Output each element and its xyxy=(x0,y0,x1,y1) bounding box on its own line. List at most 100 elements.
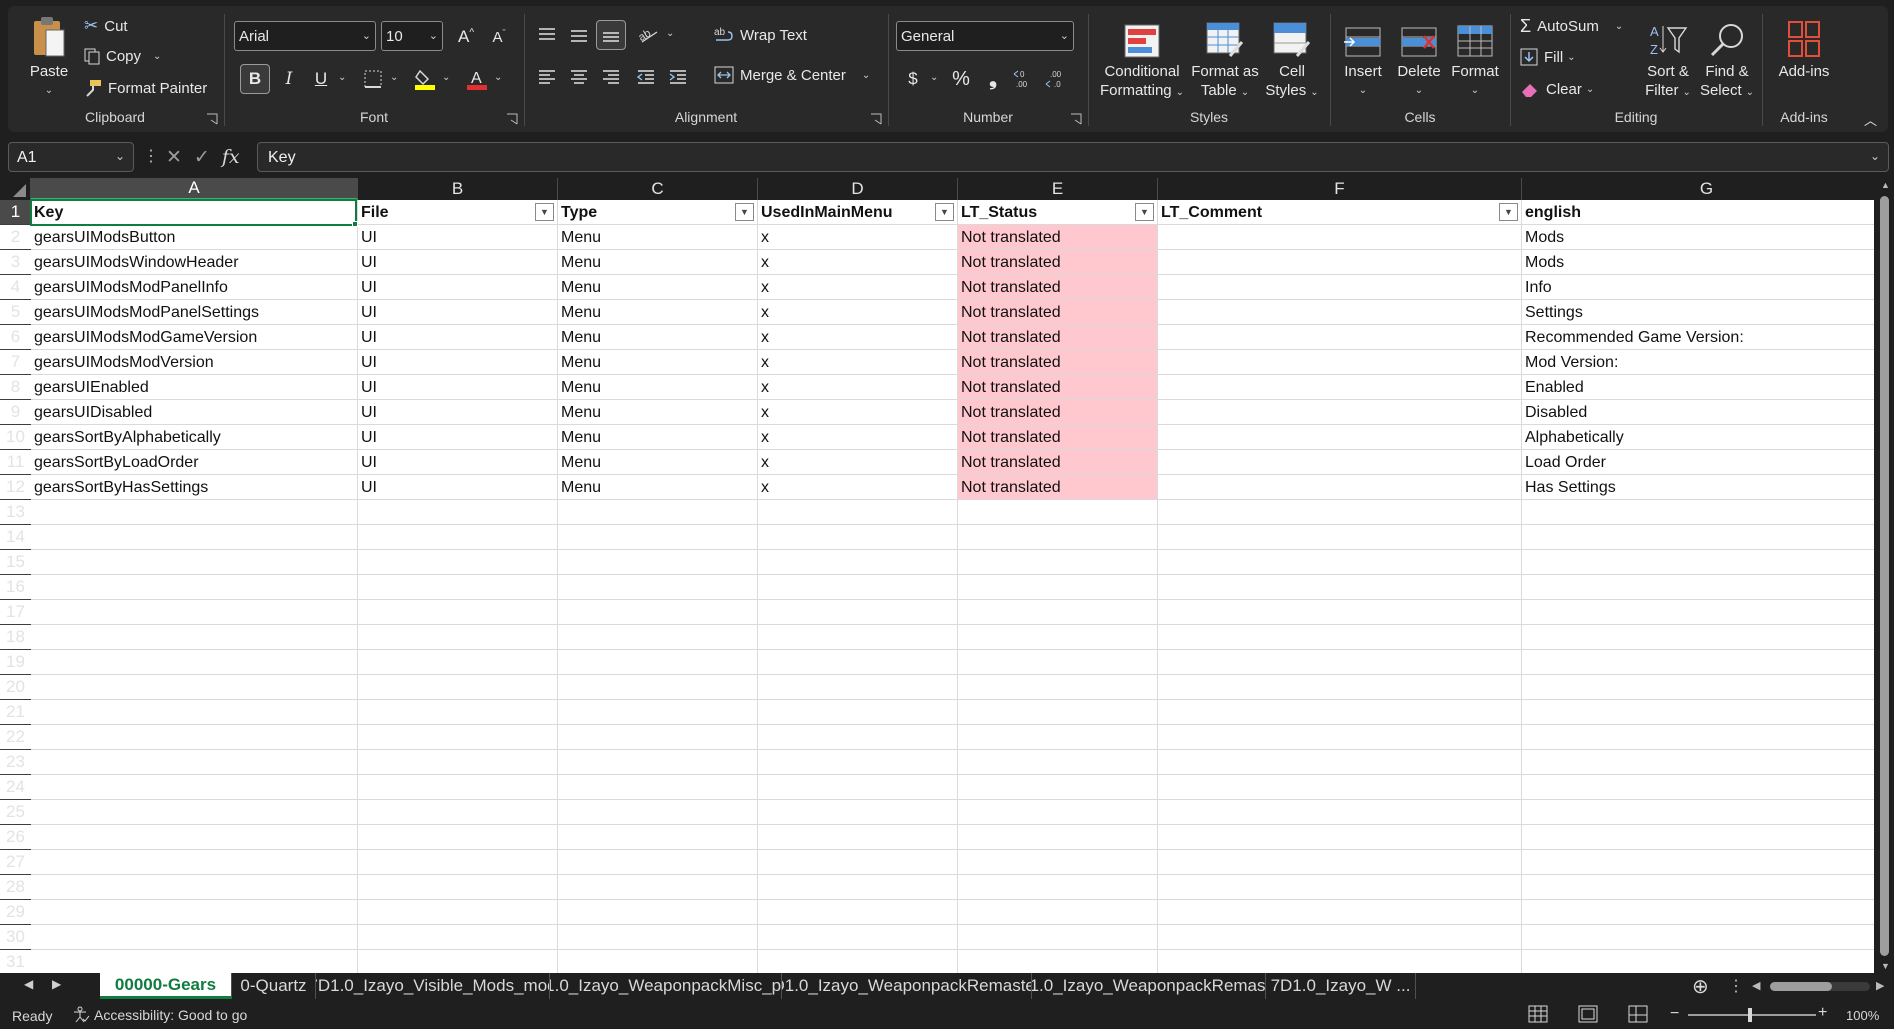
status-cell[interactable]: Not translated xyxy=(958,375,1158,400)
cell[interactable]: gearsUIModsModPanelInfo xyxy=(31,275,358,300)
sheet-tab[interactable]: 7D1.0_Izayo_WeaponpackRemast_2 xyxy=(1032,973,1266,999)
empty-cell[interactable] xyxy=(358,675,558,700)
empty-cell[interactable] xyxy=(1522,550,1874,575)
formula-input[interactable]: Key ⌄ xyxy=(257,142,1889,172)
empty-cell[interactable] xyxy=(558,850,758,875)
empty-cell[interactable] xyxy=(31,775,358,800)
empty-cell[interactable] xyxy=(758,925,958,950)
empty-cell[interactable] xyxy=(558,725,758,750)
status-cell[interactable]: Not translated xyxy=(958,475,1158,500)
accounting-format-button[interactable]: $ xyxy=(898,64,928,94)
sheet-tab[interactable]: 7D1.0_Izayo_WeaponpackRemastere xyxy=(782,973,1032,999)
status-cell[interactable]: Not translated xyxy=(958,400,1158,425)
empty-cell[interactable] xyxy=(1158,525,1522,550)
cell[interactable]: Recommended Game Version: xyxy=(1522,325,1874,350)
empty-cell[interactable] xyxy=(358,800,558,825)
empty-cell[interactable] xyxy=(1158,825,1522,850)
cell[interactable]: Menu xyxy=(558,275,758,300)
empty-cell[interactable] xyxy=(958,775,1158,800)
cell[interactable]: gearsUIModsWindowHeader xyxy=(31,250,358,275)
borders-button[interactable] xyxy=(358,64,388,94)
cell[interactable] xyxy=(1158,450,1522,475)
empty-cell[interactable] xyxy=(31,950,358,973)
row-header[interactable]: 1 xyxy=(0,200,31,225)
filter-dropdown-icon[interactable]: ▼ xyxy=(1499,203,1518,221)
chevron-down-icon[interactable]: ⌄ xyxy=(390,72,398,83)
cell[interactable]: gearsUIModsButton xyxy=(31,225,358,250)
empty-cell[interactable] xyxy=(558,750,758,775)
empty-cell[interactable] xyxy=(958,625,1158,650)
row-header[interactable]: 13 xyxy=(0,500,31,525)
empty-cell[interactable] xyxy=(1158,575,1522,600)
align-bottom-button[interactable] xyxy=(596,20,626,50)
empty-cell[interactable] xyxy=(558,800,758,825)
empty-cell[interactable] xyxy=(558,600,758,625)
more-sheets-icon[interactable]: ⋮ xyxy=(1728,976,1744,996)
empty-cell[interactable] xyxy=(1158,925,1522,950)
row-header[interactable]: 8 xyxy=(0,375,31,400)
empty-cell[interactable] xyxy=(958,750,1158,775)
empty-cell[interactable] xyxy=(31,900,358,925)
empty-cell[interactable] xyxy=(1158,800,1522,825)
align-right-button[interactable] xyxy=(596,62,626,92)
empty-cell[interactable] xyxy=(558,875,758,900)
empty-cell[interactable] xyxy=(31,575,358,600)
vertical-scroll-thumb[interactable] xyxy=(1880,196,1889,956)
empty-cell[interactable] xyxy=(1158,700,1522,725)
empty-cell[interactable] xyxy=(758,500,958,525)
find-select-button[interactable]: Find & Select ⌄ xyxy=(1698,14,1756,102)
cell[interactable]: gearsUIEnabled xyxy=(31,375,358,400)
row-header[interactable]: 2 xyxy=(0,225,31,250)
align-top-button[interactable] xyxy=(532,20,562,50)
clear-button[interactable]: Clear ⌄ xyxy=(1520,80,1594,98)
row-header[interactable]: 23 xyxy=(0,750,31,775)
cell[interactable]: x xyxy=(758,475,958,500)
add-sheet-icon[interactable]: ⊕ xyxy=(1692,974,1709,999)
empty-cell[interactable] xyxy=(1522,800,1874,825)
cell[interactable]: gearsUIModsModVersion xyxy=(31,350,358,375)
filter-dropdown-icon[interactable]: ▼ xyxy=(935,203,954,221)
empty-cell[interactable] xyxy=(31,800,358,825)
cell[interactable]: x xyxy=(758,425,958,450)
cell[interactable]: UI xyxy=(358,250,558,275)
cell[interactable]: gearsUIDisabled xyxy=(31,400,358,425)
row-header[interactable]: 11 xyxy=(0,450,31,475)
cell[interactable]: UI xyxy=(358,450,558,475)
empty-cell[interactable] xyxy=(358,600,558,625)
filter-dropdown-icon[interactable]: ▼ xyxy=(1135,203,1154,221)
empty-cell[interactable] xyxy=(358,900,558,925)
empty-cell[interactable] xyxy=(758,550,958,575)
cell[interactable]: Menu xyxy=(558,400,758,425)
dialog-launcher-icon[interactable] xyxy=(206,113,218,125)
empty-cell[interactable] xyxy=(1158,550,1522,575)
row-header[interactable]: 31 xyxy=(0,950,31,973)
empty-cell[interactable] xyxy=(358,725,558,750)
empty-cell[interactable] xyxy=(958,675,1158,700)
empty-cell[interactable] xyxy=(358,650,558,675)
dialog-launcher-icon[interactable] xyxy=(506,113,518,125)
format-as-table-button[interactable]: Format as Table ⌄ xyxy=(1188,14,1262,102)
empty-cell[interactable] xyxy=(1158,750,1522,775)
decrease-font-size-button[interactable]: Aˇ xyxy=(484,22,514,52)
cell[interactable]: Has Settings xyxy=(1522,475,1874,500)
chevron-down-icon[interactable]: ⌄ xyxy=(115,149,125,163)
cell[interactable]: Info xyxy=(1522,275,1874,300)
empty-cell[interactable] xyxy=(31,925,358,950)
empty-cell[interactable] xyxy=(1522,850,1874,875)
table-header-cell[interactable]: LT_Status ▼ xyxy=(958,200,1158,225)
empty-cell[interactable] xyxy=(358,850,558,875)
autosum-button[interactable]: Σ AutoSum ⌄ xyxy=(1520,16,1623,37)
row-header[interactable]: 16 xyxy=(0,575,31,600)
cut-button[interactable]: ✂ Cut xyxy=(84,16,128,36)
empty-cell[interactable] xyxy=(1522,575,1874,600)
row-header[interactable]: 21 xyxy=(0,700,31,725)
filter-dropdown-icon[interactable]: ▼ xyxy=(735,203,754,221)
status-cell[interactable]: Not translated xyxy=(958,275,1158,300)
expand-formula-icon[interactable]: ⌄ xyxy=(1870,149,1880,163)
cell[interactable] xyxy=(1158,250,1522,275)
empty-cell[interactable] xyxy=(358,925,558,950)
cell[interactable]: UI xyxy=(358,225,558,250)
cancel-icon[interactable]: ✕ xyxy=(166,146,182,169)
empty-cell[interactable] xyxy=(358,875,558,900)
cell[interactable]: Settings xyxy=(1522,300,1874,325)
